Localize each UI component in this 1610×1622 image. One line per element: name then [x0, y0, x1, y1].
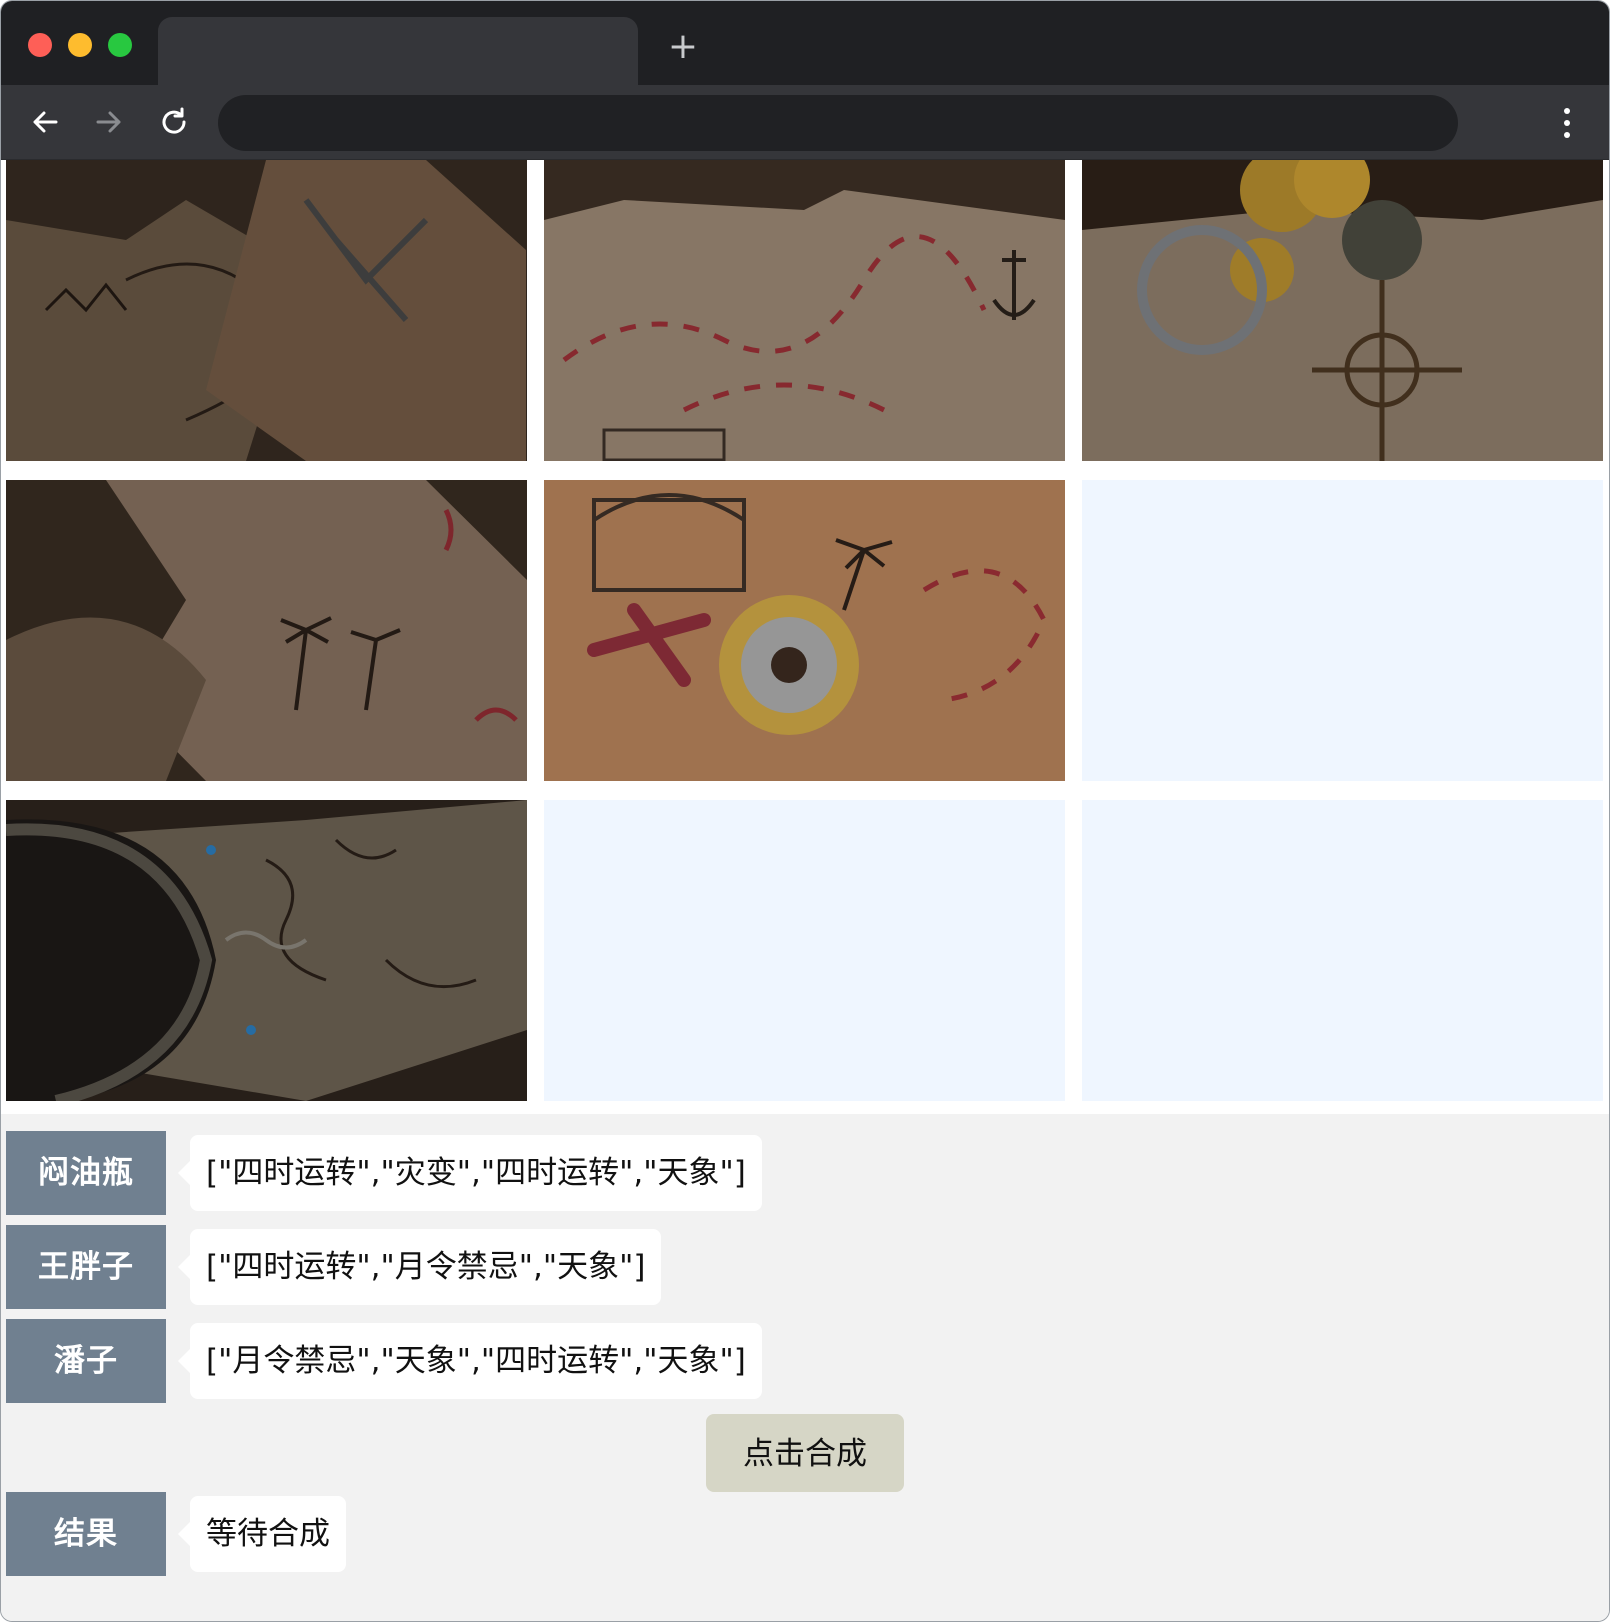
synthesize-button[interactable]: 点击合成	[706, 1414, 904, 1492]
browser-menu-button[interactable]	[1555, 105, 1579, 141]
puzzle-tile-1[interactable]	[6, 160, 527, 461]
reload-icon	[162, 107, 186, 134]
map-tile-image	[544, 480, 1065, 781]
result-label: 结果	[6, 1492, 166, 1576]
page-content: 闷油瓶 ["四时运转","灾变","四时运转","天象"] 王胖子 ["四时运转…	[1, 160, 1609, 1621]
back-button[interactable]	[26, 103, 64, 141]
character-clues: ["月令禁忌","天象","四时运转","天象"]	[178, 1323, 762, 1399]
back-arrow-icon	[33, 111, 58, 133]
puzzle-tile-3[interactable]	[1082, 160, 1603, 461]
maximize-window-button[interactable]	[108, 33, 132, 57]
puzzle-tile-2[interactable]	[544, 160, 1065, 461]
puzzle-slot-empty[interactable]	[1082, 800, 1603, 1101]
character-name: 闷油瓶	[6, 1131, 166, 1215]
new-tab-button[interactable]: +	[665, 29, 701, 65]
map-tile-image	[6, 480, 527, 781]
map-tile-image	[1082, 160, 1603, 461]
active-tab[interactable]	[158, 17, 638, 85]
map-tile-image	[544, 160, 1065, 461]
puzzle-tile-7[interactable]	[6, 800, 527, 1101]
close-window-button[interactable]	[28, 33, 52, 57]
minimize-window-button[interactable]	[68, 33, 92, 57]
address-bar[interactable]	[218, 95, 1458, 151]
browser-toolbar	[1, 85, 1609, 160]
puzzle-slot-empty[interactable]	[1082, 480, 1603, 781]
map-tile-image	[6, 800, 527, 1101]
puzzle-slot-empty[interactable]	[544, 800, 1065, 1101]
puzzle-tile-5[interactable]	[544, 480, 1065, 781]
tab-bar: +	[1, 1, 1609, 85]
forward-button[interactable]	[90, 103, 128, 141]
character-name: 王胖子	[6, 1225, 166, 1309]
puzzle-tile-4[interactable]	[6, 480, 527, 781]
more-vertical-icon	[1564, 108, 1570, 138]
character-clues: ["四时运转","灾变","四时运转","天象"]	[178, 1135, 762, 1211]
browser-window: + 闷油瓶 ["四时运转","灾变","四时运转","天象"] 王胖子 ["四时…	[0, 0, 1610, 1622]
forward-arrow-icon	[96, 111, 121, 133]
puzzle-grid	[1, 160, 1609, 1114]
character-name: 潘子	[6, 1319, 166, 1403]
reload-button[interactable]	[155, 103, 193, 141]
map-tile-image	[6, 160, 527, 461]
result-value: 等待合成	[178, 1496, 346, 1572]
character-clues: ["四时运转","月令禁忌","天象"]	[177, 1229, 662, 1305]
